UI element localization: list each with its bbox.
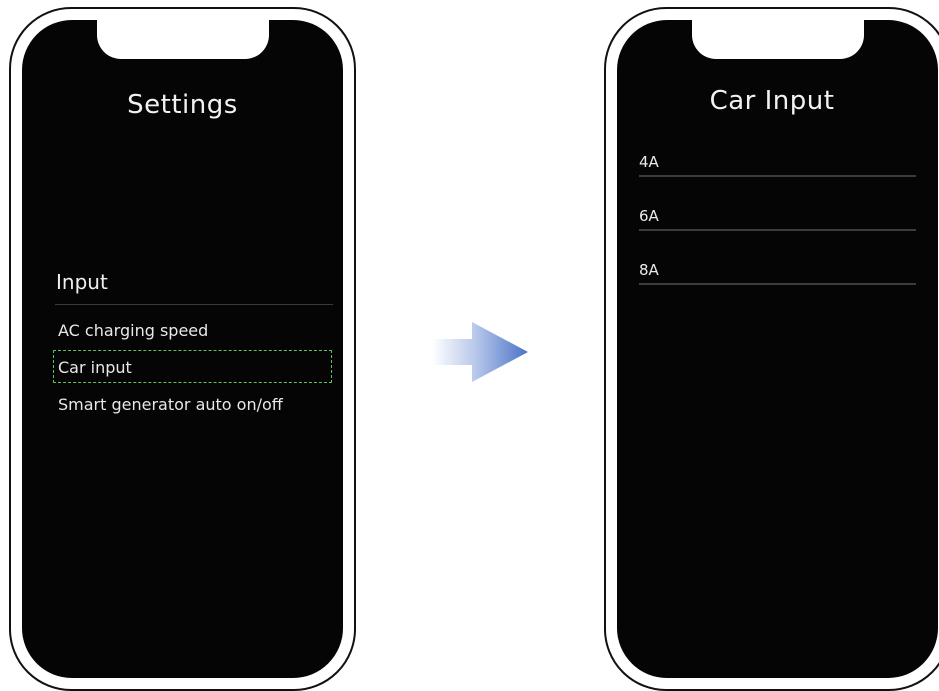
option-label: 6A xyxy=(639,207,659,225)
menu-item-smart-generator[interactable]: Smart generator auto on/off xyxy=(58,395,283,414)
option-divider xyxy=(639,283,916,285)
phone-notch xyxy=(691,20,864,59)
menu-item-ac-charging-speed[interactable]: AC charging speed xyxy=(58,321,208,340)
menu-item-car-input[interactable]: Car input xyxy=(58,358,132,377)
option-divider xyxy=(639,229,916,231)
section-header-input: Input xyxy=(56,270,108,294)
phone-notch xyxy=(96,20,269,59)
phone-frame-settings: Settings Input AC charging speed Car inp… xyxy=(9,7,356,691)
phone-frame-car-input: Car Input 4A 6A 8A xyxy=(604,7,939,691)
phone-screen-car-input: Car Input 4A 6A 8A xyxy=(617,20,938,678)
phone-screen-settings: Settings Input AC charging speed Car inp… xyxy=(22,20,343,678)
option-label: 8A xyxy=(639,261,659,279)
page-title: Car Input xyxy=(709,86,835,116)
page-title: Settings xyxy=(127,90,238,120)
option-divider xyxy=(639,175,916,177)
option-label: 4A xyxy=(639,153,659,171)
section-divider xyxy=(55,304,333,305)
right-arrow-icon xyxy=(432,322,528,382)
